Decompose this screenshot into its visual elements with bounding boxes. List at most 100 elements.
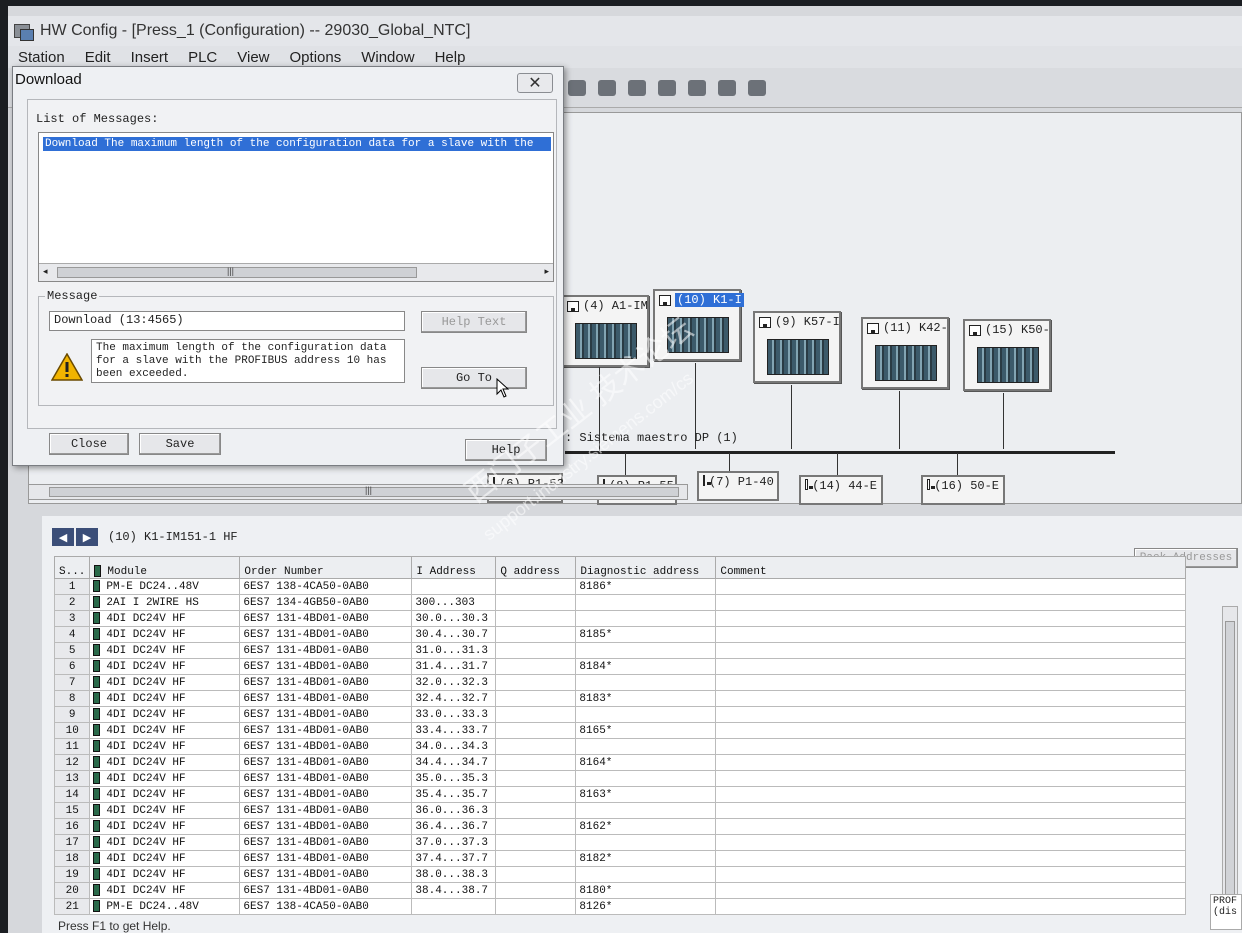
toolbar-icon[interactable] <box>568 80 586 96</box>
toolbar-icon[interactable] <box>748 80 766 96</box>
q-address-cell[interactable] <box>495 754 577 771</box>
menu-window[interactable]: Window <box>361 49 414 66</box>
i-address-cell[interactable]: 300...303 <box>411 594 497 611</box>
menu-edit[interactable]: Edit <box>85 49 111 66</box>
comment-cell[interactable] <box>715 594 1187 611</box>
go-to-button[interactable]: Go To <box>421 367 527 389</box>
diagnostic-address-cell[interactable]: 8185* <box>575 626 717 643</box>
module-cell[interactable]: 4DI DC24V HF <box>89 770 241 787</box>
messages-horizontal-scrollbar[interactable]: ◂ ||| ▸ <box>39 263 553 281</box>
slot-cell[interactable]: 4 <box>53 626 91 643</box>
col-slot[interactable]: S... <box>53 556 91 579</box>
comment-cell[interactable] <box>715 818 1187 835</box>
module-cell[interactable]: 2AI I 2WIRE HS <box>89 594 241 611</box>
module-cell[interactable]: 4DI DC24V HF <box>89 722 241 739</box>
toolbar-icon[interactable] <box>628 80 646 96</box>
comment-cell[interactable] <box>715 786 1187 803</box>
diagnostic-address-cell[interactable] <box>575 802 717 819</box>
table-row[interactable]: 21 PM-E DC24..48V 6ES7 138-4CA50-0AB0 8126* <box>53 898 1187 915</box>
q-address-cell[interactable] <box>495 818 577 835</box>
q-address-cell[interactable] <box>495 658 577 675</box>
diagnostic-address-cell[interactable] <box>575 642 717 659</box>
order-number-cell[interactable]: 6ES7 131-4BD01-0AB0 <box>239 770 413 787</box>
comment-cell[interactable] <box>715 674 1187 691</box>
comment-cell[interactable] <box>715 690 1187 707</box>
order-number-cell[interactable]: 6ES7 131-4BD01-0AB0 <box>239 722 413 739</box>
profibus-master-line[interactable] <box>565 451 1115 454</box>
table-row[interactable]: 17 4DI DC24V HF 6ES7 131-4BD01-0AB0 37.0...… <box>53 834 1187 851</box>
scroll-right-icon[interactable]: ▸ <box>544 266 549 277</box>
diagnostic-address-cell[interactable]: 8184* <box>575 658 717 675</box>
module-cell[interactable]: 4DI DC24V HF <box>89 802 241 819</box>
comment-cell[interactable] <box>715 722 1187 739</box>
dp-slave-node-selected[interactable]: (10) K1-I <box>653 289 744 361</box>
module-cell[interactable]: PM-E DC24..48V <box>89 898 241 915</box>
slot-cell[interactable]: 5 <box>53 642 91 659</box>
table-row[interactable]: 16 4DI DC24V HF 6ES7 131-4BD01-0AB0 36.4...… <box>53 818 1187 835</box>
order-number-cell[interactable]: 6ES7 131-4BD01-0AB0 <box>239 690 413 707</box>
comment-cell[interactable] <box>715 850 1187 867</box>
comment-cell[interactable] <box>715 770 1187 787</box>
i-address-cell[interactable]: 35.0...35.3 <box>411 770 497 787</box>
q-address-cell[interactable] <box>495 722 577 739</box>
module-cell[interactable]: 4DI DC24V HF <box>89 642 241 659</box>
table-row[interactable]: 4 4DI DC24V HF 6ES7 131-4BD01-0AB0 30.4...3… <box>53 626 1187 643</box>
i-address-cell[interactable]: 31.0...31.3 <box>411 642 497 659</box>
table-row[interactable]: 20 4DI DC24V HF 6ES7 131-4BD01-0AB0 38.4...… <box>53 882 1187 899</box>
order-number-cell[interactable]: 6ES7 131-4BD01-0AB0 <box>239 834 413 851</box>
slot-cell[interactable]: 2 <box>53 594 91 611</box>
comment-cell[interactable] <box>715 898 1187 915</box>
i-address-cell[interactable] <box>411 578 497 595</box>
slot-cell[interactable]: 6 <box>53 658 91 675</box>
i-address-cell[interactable]: 34.0...34.3 <box>411 738 497 755</box>
order-number-cell[interactable]: 6ES7 131-4BD01-0AB0 <box>239 882 413 899</box>
close-button[interactable]: Close <box>49 433 129 455</box>
menu-plc[interactable]: PLC <box>188 49 217 66</box>
i-address-cell[interactable]: 36.0...36.3 <box>411 802 497 819</box>
menu-help[interactable]: Help <box>435 49 466 66</box>
scrollbar-thumb[interactable] <box>57 267 417 278</box>
diagnostic-address-cell[interactable]: 8182* <box>575 850 717 867</box>
q-address-cell[interactable] <box>495 850 577 867</box>
col-comment[interactable]: Comment <box>715 556 1187 579</box>
diagnostic-address-cell[interactable]: 8164* <box>575 754 717 771</box>
q-address-cell[interactable] <box>495 610 577 627</box>
q-address-cell[interactable] <box>495 578 577 595</box>
table-row[interactable]: 18 4DI DC24V HF 6ES7 131-4BD01-0AB0 37.4...… <box>53 850 1187 867</box>
slot-cell[interactable]: 13 <box>53 770 91 787</box>
module-cell[interactable]: 4DI DC24V HF <box>89 658 241 675</box>
q-address-cell[interactable] <box>495 690 577 707</box>
slot-cell[interactable]: 17 <box>53 834 91 851</box>
slot-cell[interactable]: 7 <box>53 674 91 691</box>
slot-cell[interactable]: 9 <box>53 706 91 723</box>
toolbar-icon[interactable] <box>598 80 616 96</box>
module-cell[interactable]: 4DI DC24V HF <box>89 674 241 691</box>
scroll-left-icon[interactable]: ◂ <box>43 266 48 277</box>
comment-cell[interactable] <box>715 802 1187 819</box>
slot-cell[interactable]: 21 <box>53 898 91 915</box>
q-address-cell[interactable] <box>495 866 577 883</box>
table-row[interactable]: 11 4DI DC24V HF 6ES7 131-4BD01-0AB0 34.0...… <box>53 738 1187 755</box>
col-diagnostic-address[interactable]: Diagnostic address <box>575 556 717 579</box>
slot-cell[interactable]: 3 <box>53 610 91 627</box>
i-address-cell[interactable]: 33.4...33.7 <box>411 722 497 739</box>
diagnostic-address-cell[interactable]: 8163* <box>575 786 717 803</box>
module-cell[interactable]: 4DI DC24V HF <box>89 834 241 851</box>
close-icon[interactable]: ✕ <box>517 73 553 93</box>
slot-cell[interactable]: 19 <box>53 866 91 883</box>
comment-cell[interactable] <box>715 706 1187 723</box>
slot-cell[interactable]: 20 <box>53 882 91 899</box>
toolbar-icon[interactable] <box>688 80 706 96</box>
diagnostic-address-cell[interactable] <box>575 738 717 755</box>
slot-cell[interactable]: 14 <box>53 786 91 803</box>
q-address-cell[interactable] <box>495 738 577 755</box>
comment-cell[interactable] <box>715 834 1187 851</box>
comment-cell[interactable] <box>715 626 1187 643</box>
slot-cell[interactable]: 12 <box>53 754 91 771</box>
table-row[interactable]: 8 4DI DC24V HF 6ES7 131-4BD01-0AB0 32.4...3… <box>53 690 1187 707</box>
dp-slave-node[interactable]: (7) P1-40 <box>697 471 779 501</box>
table-row[interactable]: 19 4DI DC24V HF 6ES7 131-4BD01-0AB0 38.0...… <box>53 866 1187 883</box>
comment-cell[interactable] <box>715 882 1187 899</box>
module-cell[interactable]: 4DI DC24V HF <box>89 610 241 627</box>
q-address-cell[interactable] <box>495 834 577 851</box>
